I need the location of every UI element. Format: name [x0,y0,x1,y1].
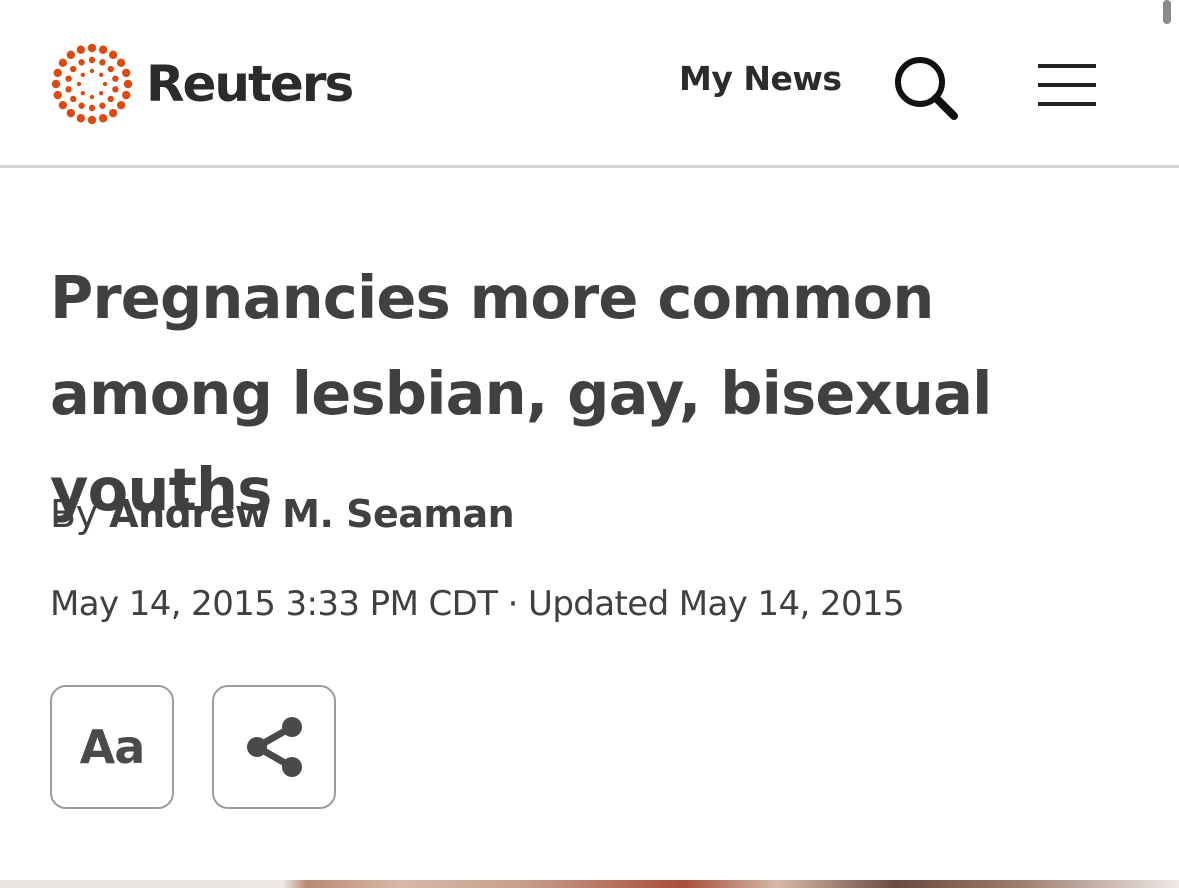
text-size-button[interactable]: Aa [50,685,174,809]
logo-dot [112,86,119,93]
logo-dot [76,81,82,87]
logo-dot [122,68,131,78]
search-button[interactable] [892,54,960,122]
share-button[interactable] [212,685,336,809]
logo-dot [108,108,118,118]
logo-dot [116,58,126,68]
logo-dot [108,50,118,60]
logo-dot [58,58,68,68]
logo-dot [98,45,108,54]
logo-dot [87,115,97,125]
logo-dot [87,43,97,53]
reuters-logo-icon [51,43,133,125]
logo-dot [88,104,96,112]
logo-dot [98,114,108,123]
logo-dot [66,108,76,118]
logo-dot [66,50,76,60]
menu-button[interactable] [1036,60,1100,110]
logo-dot [102,81,108,87]
reuters-logo[interactable]: Reuters [50,42,354,126]
logo-dot [123,79,133,89]
brand-name: Reuters [146,55,354,113]
logo-dot [107,65,114,73]
logo-dot [70,95,77,103]
logo-dot [98,90,104,96]
logo-dot [116,100,126,110]
text-size-label: Aa [79,720,146,774]
logo-dot [76,114,86,123]
logo-dot [70,65,77,73]
logo-dot [99,59,106,66]
logo-dot [53,68,62,78]
logo-dot [53,90,62,100]
logo-dot [65,86,72,93]
my-news-link[interactable]: My News [679,62,842,95]
logo-dot [51,79,61,89]
hamburger-menu-icon [1038,64,1096,106]
logo-dot [98,72,104,78]
logo-dot [107,95,114,103]
logo-dot [58,100,68,110]
logo-dot [122,90,131,100]
logo-dot [99,102,106,109]
logo-dot [80,72,86,78]
dateline: May 14, 2015 3:33 PM CDT · Updated May 1… [50,584,905,624]
site-header: Reuters My News [0,0,1179,168]
byline: By Andrew M. Seaman [50,492,515,538]
logo-dot [78,102,85,109]
share-icon [247,717,302,777]
logo-dot [80,90,86,96]
hero-image [0,880,1179,888]
search-icon [895,57,958,120]
logo-dot [112,75,119,82]
byline-prefix: By [50,492,98,536]
logo-dot [89,68,95,74]
logo-dot [76,45,86,54]
logo-dot [78,59,85,66]
logo-dot [65,75,72,82]
logo-dot [89,94,95,100]
logo-dot [88,56,96,64]
author-link[interactable]: Andrew M. Seaman [109,492,515,536]
